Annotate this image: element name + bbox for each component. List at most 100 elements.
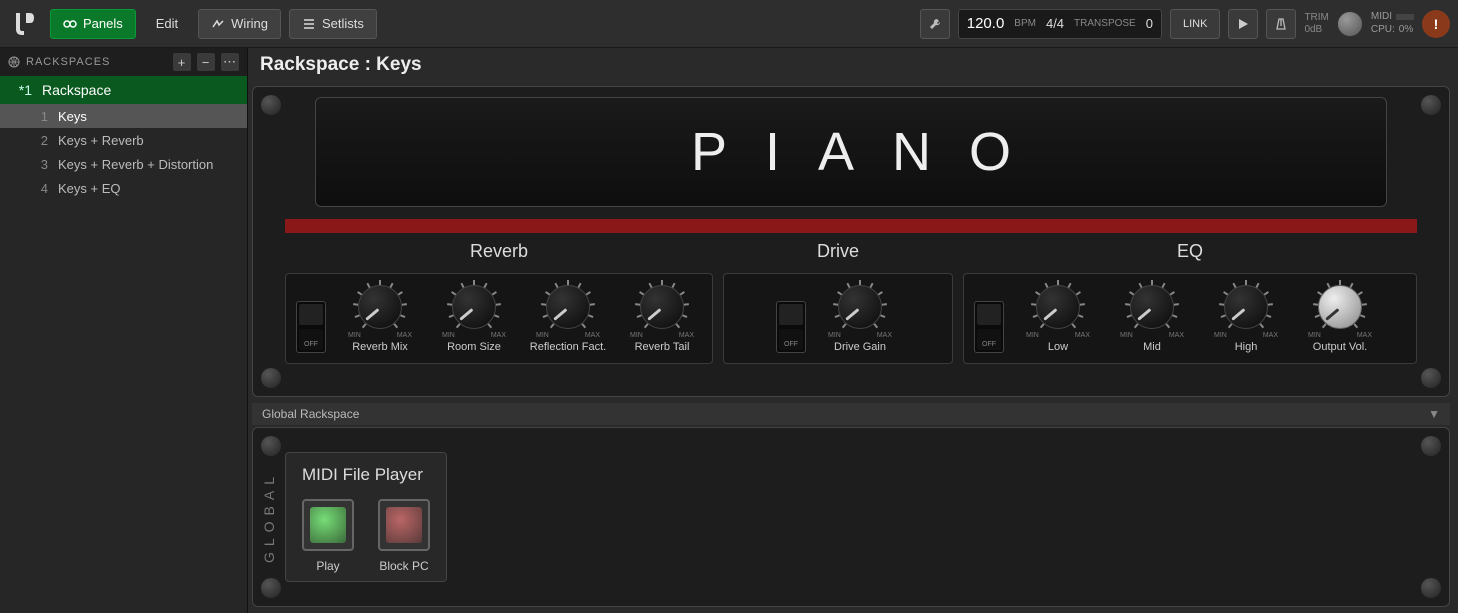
knob-control: MINMAX Mid	[1112, 280, 1192, 353]
global-panel: GLOBAL MIDI File Player Play Block PC	[252, 427, 1450, 607]
add-rackspace-button[interactable]: +	[173, 53, 191, 71]
knob-control: MINMAX Drive Gain	[820, 280, 900, 353]
knob-label: Output Vol.	[1313, 341, 1367, 353]
rackspace-item[interactable]: *1 Rackspace	[0, 76, 247, 104]
wrench-icon	[928, 17, 942, 31]
knob[interactable]	[347, 280, 413, 334]
rackspace-more-button[interactable]: ⋯	[221, 53, 239, 71]
lcd-display: PIANO	[315, 97, 1387, 207]
rackspace-name: Rackspace	[42, 82, 111, 98]
screw-icon	[1421, 95, 1441, 115]
global-header[interactable]: Global Rackspace ▼	[252, 403, 1450, 425]
panels-label: Panels	[83, 16, 123, 31]
content-title: Rackspace : Keys	[248, 48, 1458, 82]
tempo-value: 120.0	[967, 15, 1005, 32]
variation-name: Keys	[58, 109, 87, 124]
variation-num: 3	[26, 157, 48, 172]
rackspace-panel: PIANO Reverb OFF MINMAX Reverb Mix MINMA…	[252, 86, 1450, 397]
reverb-section: OFF MINMAX Reverb Mix MINMAX Room Size M…	[285, 273, 713, 364]
variation-item[interactable]: 2Keys + Reverb	[0, 128, 247, 152]
midi-play-label: Play	[316, 559, 339, 573]
variation-item[interactable]: 1 Keys	[0, 104, 247, 128]
knob-label: Reverb Mix	[352, 341, 408, 353]
sidebar-title: RACKSPACES	[26, 56, 110, 68]
knob[interactable]	[1307, 280, 1373, 334]
knob[interactable]	[1119, 280, 1185, 334]
cpu-value: 0%	[1399, 24, 1413, 36]
edit-label: Edit	[156, 16, 178, 31]
panels-icon	[63, 17, 77, 31]
knob-label: Drive Gain	[834, 341, 886, 353]
screw-icon	[1421, 368, 1441, 388]
midi-block-label: Block PC	[379, 559, 428, 573]
globe-icon[interactable]	[8, 56, 20, 68]
knob-label: Reverb Tail	[635, 341, 690, 353]
sidebar: RACKSPACES + − ⋯ *1 Rackspace 1 Keys 2Keys…	[0, 48, 248, 613]
screw-icon	[261, 95, 281, 115]
knob-label: Low	[1048, 341, 1068, 353]
knob[interactable]	[827, 280, 893, 334]
knob-control: MINMAX Output Vol.	[1300, 280, 1380, 353]
play-icon	[1237, 18, 1249, 30]
cpu-label: CPU:	[1371, 24, 1395, 36]
timesig: 4/4	[1046, 16, 1064, 31]
bypass-toggle[interactable]: OFF	[776, 301, 806, 353]
knob[interactable]	[629, 280, 695, 334]
trim-label: TRIM	[1304, 12, 1328, 24]
midi-play-pad[interactable]	[302, 499, 354, 551]
bypass-toggle[interactable]: OFF	[296, 301, 326, 353]
knob-control: MINMAX Low	[1018, 280, 1098, 353]
variation-item[interactable]: 3 Keys + Reverb + Distortion	[0, 152, 247, 176]
screw-icon	[1421, 578, 1441, 598]
variation-item[interactable]: 4 Keys + EQ	[0, 176, 247, 200]
link-label: LINK	[1183, 18, 1207, 30]
rackspace-num: *1	[10, 82, 32, 98]
toggle-label: OFF	[297, 341, 325, 348]
setlist-icon	[302, 17, 316, 31]
variation-name: Keys + Reverb + Distortion	[58, 157, 213, 172]
remove-rackspace-button[interactable]: −	[197, 53, 215, 71]
wiring-icon	[211, 17, 225, 31]
transpose-value: 0	[1146, 16, 1153, 31]
trim-box: TRIM 0dB	[1304, 12, 1328, 36]
screw-icon	[1421, 436, 1441, 456]
eq-section: OFF MINMAX Low MINMAX Mid MINMAX High MI…	[963, 273, 1417, 364]
status-box: MIDI CPU:0%	[1371, 11, 1414, 36]
trim-knob[interactable]	[1337, 11, 1363, 37]
global-label: GLOBAL	[261, 471, 277, 563]
global-header-label: Global Rackspace	[262, 407, 359, 421]
edit-button[interactable]: Edit	[144, 9, 190, 39]
screw-icon	[261, 368, 281, 388]
knob[interactable]	[535, 280, 601, 334]
metronome-button[interactable]	[1266, 9, 1296, 39]
tuner-button[interactable]	[920, 9, 950, 39]
setlists-label: Setlists	[322, 16, 364, 31]
midi-block-pad[interactable]	[378, 499, 430, 551]
screw-icon	[261, 436, 281, 456]
variation-name: Keys + EQ	[58, 181, 121, 196]
midi-player-title: MIDI File Player	[302, 465, 430, 485]
link-button[interactable]: LINK	[1170, 9, 1220, 39]
variation-name: Keys + Reverb	[58, 133, 144, 148]
content: Rackspace : Keys PIANO Reverb OFF MINMAX…	[248, 48, 1458, 613]
wiring-button[interactable]: Wiring	[198, 9, 281, 39]
tempo-box[interactable]: 120.0 BPM 4/4 TRANSPOSE 0	[958, 9, 1162, 39]
sidebar-header: RACKSPACES + − ⋯	[0, 48, 247, 76]
variation-num: 1	[26, 109, 48, 124]
bypass-toggle[interactable]: OFF	[974, 301, 1004, 353]
knob-label: Room Size	[447, 341, 501, 353]
knob[interactable]	[441, 280, 507, 334]
knob-control: MINMAX High	[1206, 280, 1286, 353]
variation-num: 4	[26, 181, 48, 196]
knob[interactable]	[1213, 280, 1279, 334]
knob-control: MINMAX Reverb Mix	[340, 280, 420, 353]
play-button[interactable]	[1228, 9, 1258, 39]
setlists-button[interactable]: Setlists	[289, 9, 377, 39]
knob-control: MINMAX Reverb Tail	[622, 280, 702, 353]
panels-button[interactable]: Panels	[50, 9, 136, 39]
topbar: Panels Edit Wiring Setlists 120.0 BPM 4/…	[0, 0, 1458, 48]
collapse-icon[interactable]: ▼	[1428, 407, 1440, 421]
alert-icon[interactable]: !	[1422, 10, 1450, 38]
knob[interactable]	[1025, 280, 1091, 334]
app-logo	[8, 7, 42, 41]
